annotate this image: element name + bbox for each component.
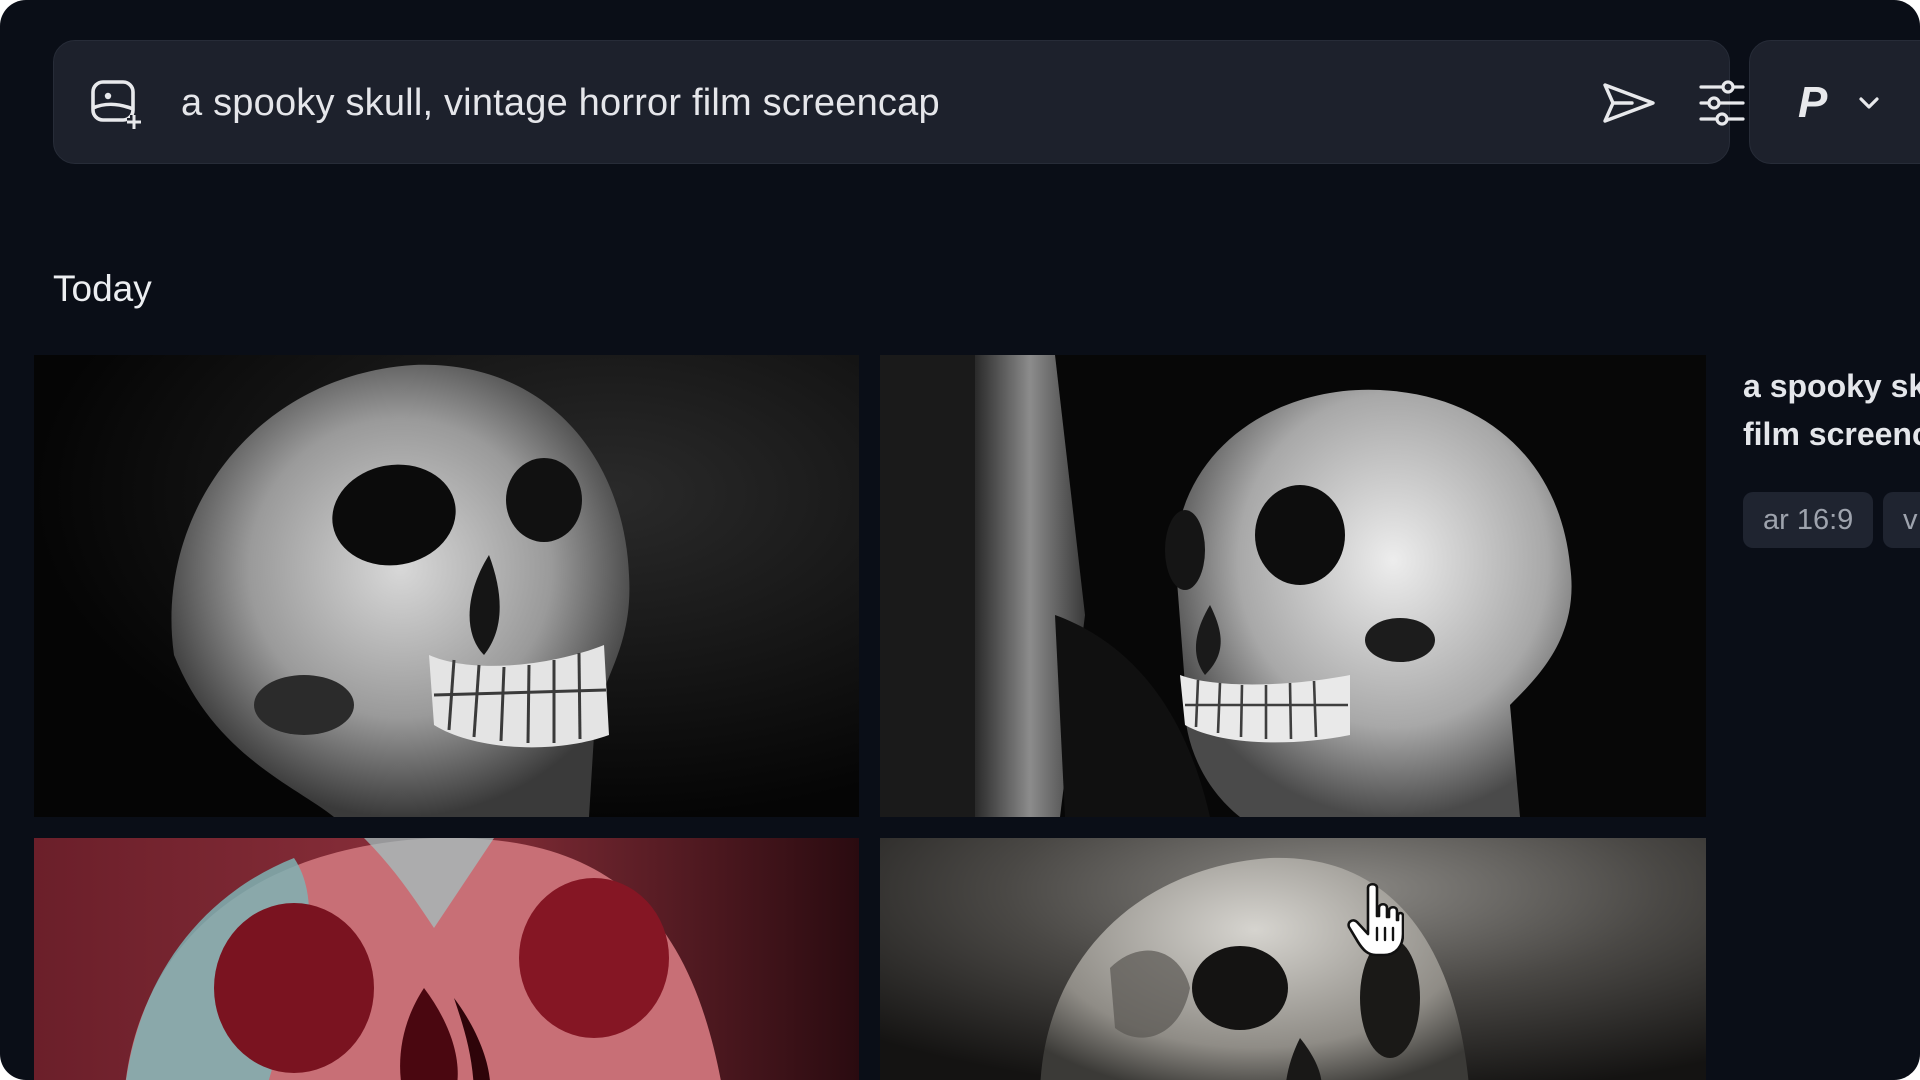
model-letter: P	[1798, 78, 1828, 127]
send-icon[interactable]	[1602, 81, 1656, 125]
add-image-icon[interactable]	[90, 79, 146, 131]
app-window: a spooky skull, vintage horror film scre…	[0, 0, 1920, 1080]
aspect-ratio-chip[interactable]: ar 16:9	[1743, 492, 1874, 548]
detail-prompt: a spooky sk film screenc	[1743, 362, 1920, 458]
chevron-down-icon[interactable]	[1858, 93, 1880, 113]
generated-image[interactable]	[880, 838, 1706, 1080]
section-title: Today	[53, 268, 152, 309]
detail-prompt-line: film screenc	[1743, 416, 1920, 452]
prompt-bar[interactable]: a spooky skull, vintage horror film scre…	[53, 40, 1745, 165]
generated-image[interactable]	[34, 355, 859, 817]
model-picker[interactable]: P	[1749, 40, 1920, 164]
hand-pointer-cursor-icon	[1346, 882, 1405, 958]
prompt-input[interactable]: a spooky skull, vintage horror film scre…	[181, 41, 940, 165]
detail-prompt-line: a spooky sk	[1743, 368, 1920, 404]
settings-sliders-icon[interactable]	[1698, 79, 1746, 127]
generated-image[interactable]	[34, 838, 859, 1080]
version-chip[interactable]: v	[1883, 492, 1920, 548]
generated-image[interactable]	[880, 355, 1706, 817]
